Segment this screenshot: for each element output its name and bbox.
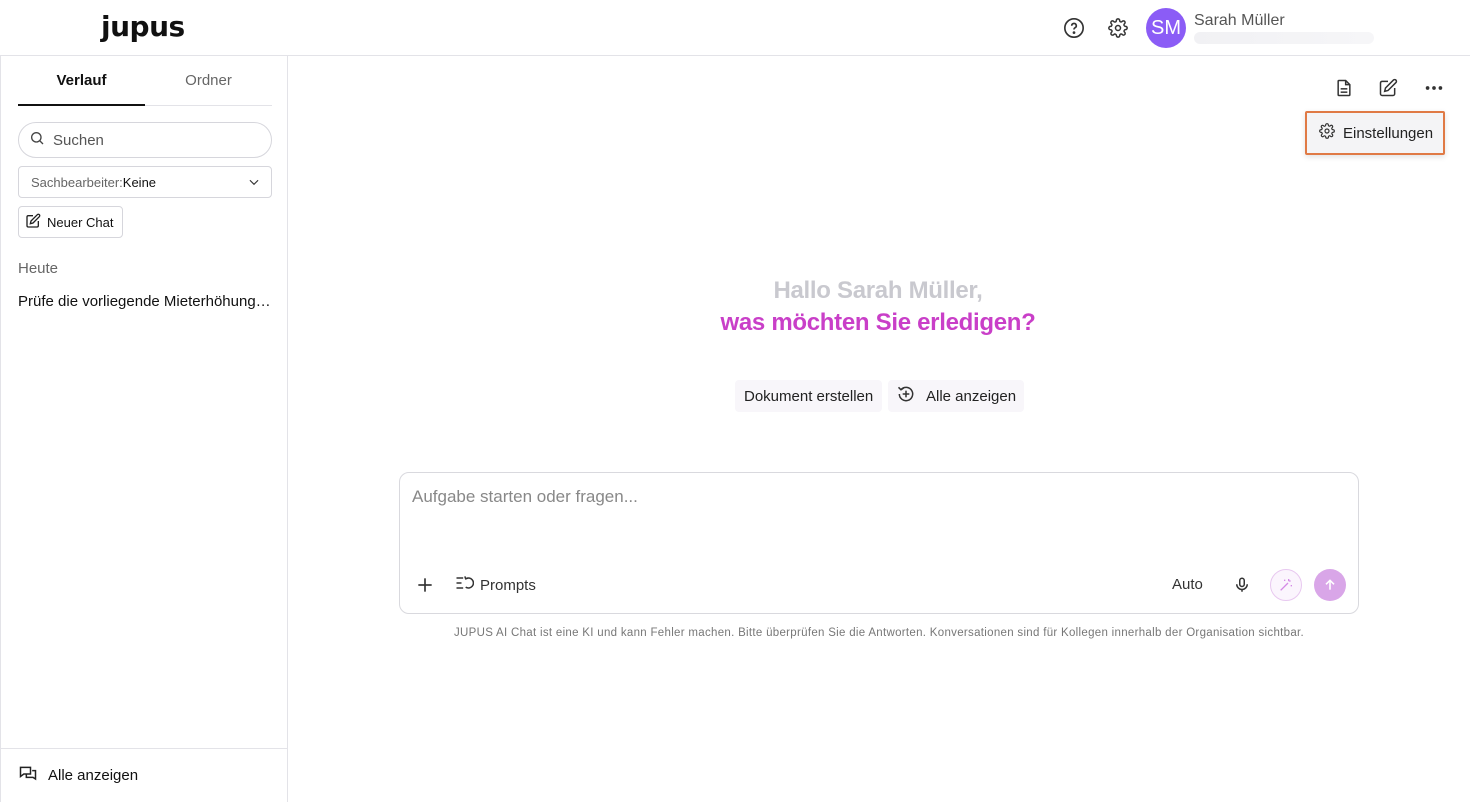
chevron-down-icon — [247, 175, 261, 192]
search-box[interactable] — [18, 122, 272, 158]
show-all-label: Alle anzeigen — [48, 767, 139, 784]
more-options-icon[interactable] — [1422, 76, 1446, 100]
new-chat-button[interactable]: Neuer Chat — [18, 206, 124, 238]
section-heading-today: Heute — [18, 260, 59, 277]
prompt-textarea[interactable] — [412, 487, 1342, 547]
ai-disclaimer: JUPUS AI Chat ist eine KI und kann Fehle… — [453, 627, 1305, 639]
new-chat-label: Neuer Chat — [47, 214, 114, 230]
settings-label: Einstellungen — [1343, 124, 1434, 142]
prompts-list-icon — [454, 573, 475, 597]
magic-wand-icon[interactable] — [1270, 569, 1302, 601]
microphone-icon[interactable] — [1230, 573, 1254, 597]
settings-gear-icon[interactable] — [1106, 16, 1130, 40]
user-email-redacted — [1194, 32, 1374, 44]
edit-icon — [25, 213, 41, 232]
send-arrow-icon[interactable] — [1314, 569, 1346, 601]
create-document-chip[interactable]: Dokument erstellen — [735, 380, 883, 412]
show-all-chip[interactable]: Alle anzeigen — [888, 380, 1025, 412]
gear-icon — [1319, 123, 1335, 143]
search-input[interactable] — [53, 131, 253, 149]
chat-bubbles-icon — [18, 764, 38, 788]
top-bar: jupus SM Sarah Müller — [0, 0, 1470, 56]
document-icon[interactable] — [1332, 76, 1356, 100]
add-circle-icon — [896, 384, 916, 408]
prompts-label: Prompts — [480, 576, 536, 594]
tab-verlauf[interactable]: Verlauf — [18, 56, 145, 106]
settings-menu-item[interactable]: Einstellungen — [1305, 111, 1445, 155]
tab-ordner[interactable]: Ordner — [145, 56, 272, 105]
greeting-line-2: was möchten Sie erledigen? — [720, 309, 1036, 336]
sidebar-tabs: Verlauf Ordner — [18, 56, 272, 106]
jupus-logo[interactable]: jupus — [101, 10, 185, 44]
filter-label: Sachbearbeiter: — [31, 174, 123, 190]
search-icon — [29, 130, 45, 151]
filter-value: Keine — [122, 174, 157, 190]
assignee-filter-select[interactable]: Sachbearbeiter: Keine — [18, 166, 272, 198]
user-name: Sarah Müller — [1194, 12, 1285, 29]
sidebar: Verlauf Ordner Sachbearbeiter: Keine Neu… — [0, 56, 288, 802]
show-all-chip-label: Alle anzeigen — [926, 387, 1017, 405]
message-composer: Prompts Auto — [399, 472, 1359, 614]
add-attachment-plus-icon[interactable] — [413, 573, 437, 597]
history-item[interactable]: Prüfe die vorliegende Mieterhöhung … — [18, 293, 274, 310]
model-selector[interactable]: Auto — [1172, 576, 1203, 593]
help-icon[interactable] — [1062, 16, 1086, 40]
new-chat-edit-icon[interactable] — [1376, 76, 1400, 100]
user-avatar[interactable]: SM — [1146, 8, 1186, 48]
show-all-chats-button[interactable]: Alle anzeigen — [1, 748, 288, 802]
greeting-line-1: Hallo Sarah Müller, — [773, 277, 983, 304]
prompts-button[interactable]: Prompts — [454, 573, 536, 597]
